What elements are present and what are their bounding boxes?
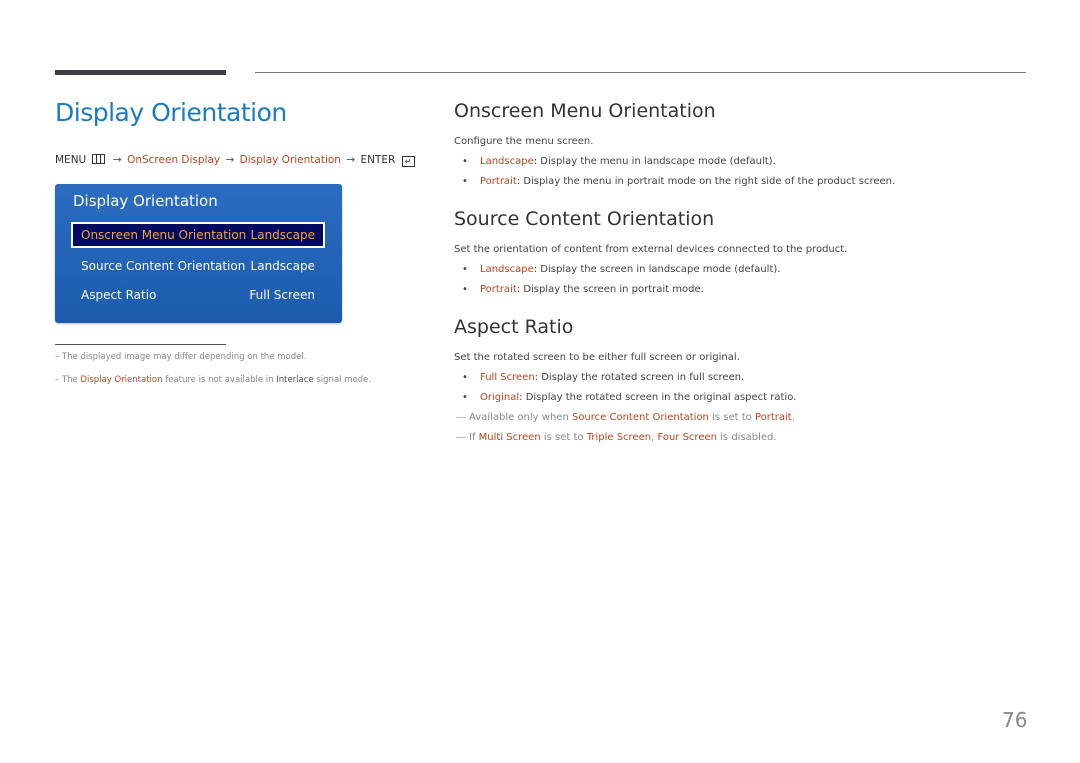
subnote-highlight: Four Screen <box>657 432 717 443</box>
subnote-highlight: Portrait <box>754 412 792 423</box>
bullet-text: : Display the menu in landscape mode (de… <box>533 156 776 167</box>
osd-row-label: Source Content Orientation <box>81 259 246 273</box>
bullet-item: • Full Screen: Display the rotated screen… <box>462 372 744 383</box>
subnote-text: is set to <box>708 412 755 423</box>
osd-row-label: Onscreen Menu Orientation <box>81 228 247 242</box>
bullet-icon: • <box>462 392 468 403</box>
subnote-text: . <box>791 412 795 423</box>
bullet-term: Portrait <box>480 284 517 295</box>
osd-menu-panel: Display Orientation Onscreen Menu Orient… <box>55 184 342 323</box>
bullet-item: • Portrait: Display the screen in portrai… <box>462 284 704 295</box>
bullet-icon: • <box>462 156 468 167</box>
menu-grid-icon <box>91 154 105 164</box>
arrow-icon: → <box>225 154 235 166</box>
note-mark-icon: ― <box>456 412 466 423</box>
bullet-item: • Portrait: Display the menu in portrait … <box>462 176 895 187</box>
header-rule-thin <box>255 72 1026 73</box>
subnote-text: is disabled. <box>716 432 777 443</box>
section-title-onscreen-menu-orientation: Onscreen Menu Orientation <box>454 100 716 122</box>
bullet-icon: • <box>462 284 468 295</box>
bullet-icon: • <box>462 264 468 275</box>
subnote-text: is set to <box>540 432 587 443</box>
subnote-highlight: Multi Screen <box>478 432 541 443</box>
section-desc: Configure the menu screen. <box>454 136 594 147</box>
breadcrumb-enter: ENTER <box>360 154 396 166</box>
section-title-source-content-orientation: Source Content Orientation <box>454 208 715 230</box>
note-term: Interlace <box>276 375 314 385</box>
arrow-icon: → <box>346 154 356 166</box>
note-text: The <box>61 375 81 385</box>
header-rule-thick <box>55 70 226 75</box>
osd-row-value: Landscape <box>250 228 315 242</box>
page-number: 76 <box>1002 708 1028 732</box>
bullet-item: • Landscape: Display the screen in landsc… <box>462 264 780 275</box>
breadcrumb-menu: MENU <box>55 154 87 166</box>
enter-icon: ↵ <box>401 156 415 167</box>
osd-row-aspect-ratio: Aspect Ratio Full Screen <box>71 282 325 308</box>
bullet-text: : Display the menu in portrait mode on t… <box>516 176 896 187</box>
breadcrumb-display-orientation: Display Orientation <box>239 154 341 166</box>
subnote-text: If <box>469 432 479 443</box>
breadcrumb: MENU → OnScreen Display → Display Orient… <box>55 154 415 167</box>
osd-row-source-content-orientation: Source Content Orientation Landscape <box>71 253 325 279</box>
page-title: Display Orientation <box>55 98 287 127</box>
subnote-highlight: Source Content Orientation <box>571 412 709 423</box>
bullet-term: Original <box>480 392 520 403</box>
bullet-text: : Display the screen in landscape mode (… <box>533 264 781 275</box>
bullet-item: • Original: Display the rotated screen in… <box>462 392 796 403</box>
bullet-text: : Display the rotated screen in the orig… <box>519 392 797 403</box>
section-desc: Set the orientation of content from exte… <box>454 244 848 255</box>
section-title-aspect-ratio: Aspect Ratio <box>454 316 574 338</box>
note-interlace: – The Display Orientation feature is not… <box>55 375 371 385</box>
note-text: signal mode. <box>313 375 372 385</box>
bullet-term: Landscape <box>480 156 534 167</box>
note-text: The displayed image may differ depending… <box>61 352 307 362</box>
bullet-term: Portrait <box>480 176 517 187</box>
notes-divider <box>55 344 226 345</box>
arrow-icon: → <box>112 154 122 166</box>
note-text: feature is not available in <box>162 375 277 385</box>
bullet-term: Full Screen <box>480 372 535 383</box>
osd-row-value: Landscape <box>250 259 315 273</box>
bullet-item: • Landscape: Display the menu in landscap… <box>462 156 776 167</box>
bullet-icon: • <box>462 176 468 187</box>
subnote-highlight: Triple Screen <box>586 432 652 443</box>
bullet-icon: • <box>462 372 468 383</box>
note-mark-icon: ― <box>456 432 466 443</box>
subnote-text: Available only when <box>469 412 572 423</box>
bullet-text: : Display the rotated screen in full scr… <box>534 372 745 383</box>
osd-row-value: Full Screen <box>249 288 315 302</box>
bullet-text: : Display the screen in portrait mode. <box>516 284 704 295</box>
breadcrumb-onscreen-display: OnScreen Display <box>127 154 221 166</box>
note-dash: – <box>55 352 60 362</box>
note-highlight: Display Orientation <box>80 375 163 385</box>
bullet-term: Landscape <box>480 264 534 275</box>
osd-row-onscreen-menu-orientation: Onscreen Menu Orientation Landscape <box>71 222 325 248</box>
section-desc: Set the rotated screen to be either full… <box>454 352 740 363</box>
note-dash: – <box>55 375 60 385</box>
osd-row-label: Aspect Ratio <box>81 288 157 302</box>
subnote-multi-screen: ― If Multi Screen is set to Triple Screen… <box>456 432 777 443</box>
note-model-differ: – The displayed image may differ dependi… <box>55 352 306 362</box>
subnote-portrait-only: ― Available only when Source Content Orie… <box>456 412 795 423</box>
osd-menu-title: Display Orientation <box>73 192 218 210</box>
